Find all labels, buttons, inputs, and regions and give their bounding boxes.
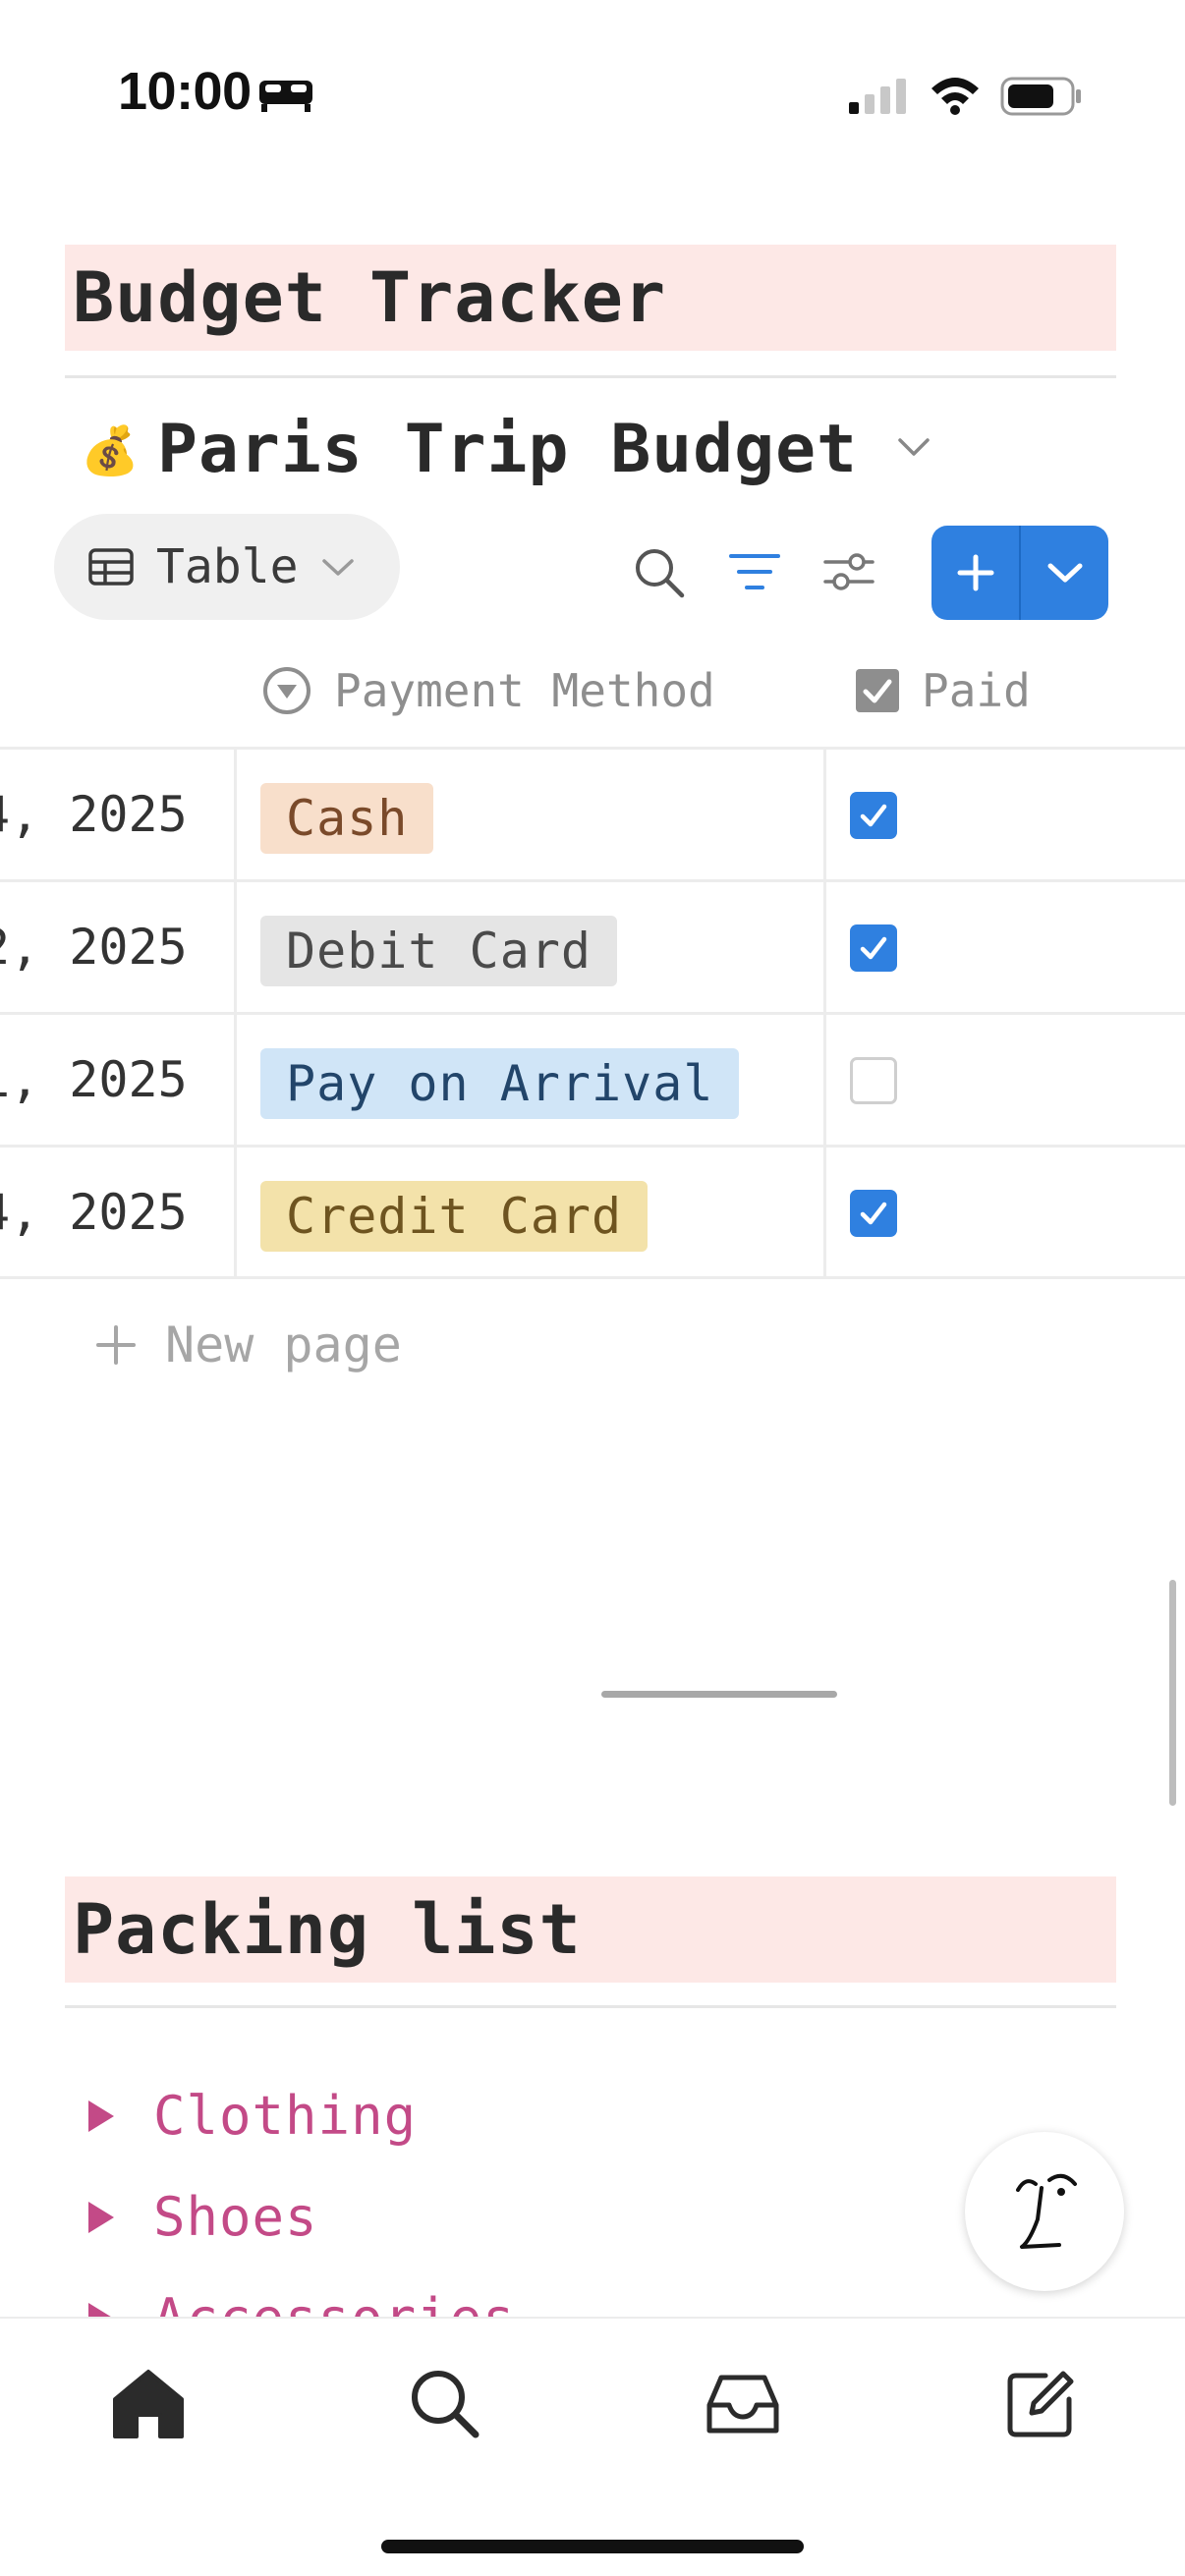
new-entry-button[interactable] — [931, 526, 1108, 620]
inbox-icon[interactable] — [704, 2364, 782, 2442]
section-title: Budget Tracker — [73, 257, 667, 338]
compose-icon[interactable] — [1002, 2364, 1081, 2442]
paid-checkbox[interactable] — [850, 1190, 897, 1237]
cellular-signal-icon — [849, 79, 906, 114]
wifi-icon — [931, 78, 979, 115]
paid-checkbox[interactable] — [850, 792, 897, 839]
table-cell-date[interactable]: 2, 2025 — [0, 919, 188, 976]
checkmark-icon — [860, 804, 887, 827]
toggle-triangle-icon[interactable] — [88, 2100, 114, 2132]
paid-checkbox[interactable] — [850, 924, 897, 972]
divider — [65, 2005, 1116, 2008]
select-property-icon — [263, 667, 310, 714]
toggle-label: Shoes — [153, 2186, 318, 2248]
toggle-triangle-icon[interactable] — [88, 2201, 114, 2233]
view-selector[interactable]: Table — [54, 514, 400, 620]
table-column-divider — [823, 747, 826, 1278]
home-indicator — [381, 2540, 804, 2553]
payment-method-tag[interactable]: Cash — [260, 783, 434, 854]
payment-method-tag[interactable]: Debit Card — [260, 916, 618, 986]
drag-handle[interactable] — [601, 1691, 837, 1698]
table-row-divider — [0, 1145, 1185, 1148]
bed-icon — [259, 81, 312, 112]
checkbox-property-icon — [856, 669, 899, 712]
table-icon — [88, 548, 134, 586]
section-header-budget: Budget Tracker — [65, 245, 1116, 351]
bottom-navigation — [0, 2317, 1185, 2576]
divider — [65, 375, 1116, 378]
table-row-divider — [0, 879, 1185, 882]
column-header-paid[interactable]: Paid — [855, 664, 1031, 717]
money-bag-icon[interactable]: 💰 — [81, 422, 140, 478]
table-row-divider — [0, 1276, 1185, 1279]
column-label: Payment Method — [334, 664, 715, 717]
ai-assistant-button[interactable] — [965, 2132, 1124, 2291]
database-title[interactable]: Paris Trip Budget — [157, 411, 858, 488]
column-header-payment-method[interactable]: Payment Method — [261, 664, 715, 717]
toggle-label: Clothing — [153, 2085, 418, 2147]
checkmark-icon — [860, 936, 887, 960]
table-cell-date[interactable]: 1, 2025 — [0, 1051, 188, 1108]
toggle-item-clothing[interactable]: Clothing — [88, 2085, 417, 2147]
filter-icon[interactable] — [727, 544, 782, 599]
column-label: Paid — [922, 664, 1031, 717]
payment-method-tag[interactable]: Pay on Arrival — [260, 1048, 740, 1119]
chevron-down-icon — [321, 559, 354, 576]
new-page-label: New page — [165, 1316, 402, 1373]
table-column-divider — [234, 747, 237, 1278]
scrollbar[interactable] — [1169, 1580, 1176, 1806]
home-icon[interactable] — [109, 2364, 188, 2442]
view-label: Table — [156, 539, 299, 594]
checkmark-icon — [860, 1202, 887, 1225]
toggle-item-shoes[interactable]: Shoes — [88, 2186, 318, 2248]
battery-icon — [1000, 77, 1081, 116]
section-header-packing: Packing list — [65, 1876, 1116, 1983]
settings-sliders-icon[interactable] — [821, 544, 876, 599]
plus-icon — [957, 554, 993, 591]
section-title: Packing list — [73, 1889, 582, 1970]
payment-method-tag[interactable]: Credit Card — [260, 1181, 649, 1252]
add-options-button[interactable] — [1021, 526, 1108, 620]
status-time: 10:00 — [118, 62, 252, 121]
paid-checkbox[interactable] — [850, 1057, 897, 1104]
plus-icon — [96, 1325, 136, 1365]
table-cell-date[interactable]: 4, 2025 — [0, 1184, 188, 1241]
ai-face-icon — [1016, 2173, 1077, 2249]
chevron-down-icon — [1047, 563, 1082, 583]
table-row-divider — [0, 1012, 1185, 1015]
table-row-divider — [0, 747, 1185, 750]
new-page-button[interactable]: New page — [94, 1316, 402, 1373]
add-button[interactable] — [931, 526, 1019, 620]
search-icon[interactable] — [405, 2364, 483, 2442]
chevron-down-icon[interactable] — [894, 432, 933, 462]
search-icon[interactable] — [631, 544, 686, 599]
table-cell-date[interactable]: 4, 2025 — [0, 786, 188, 843]
